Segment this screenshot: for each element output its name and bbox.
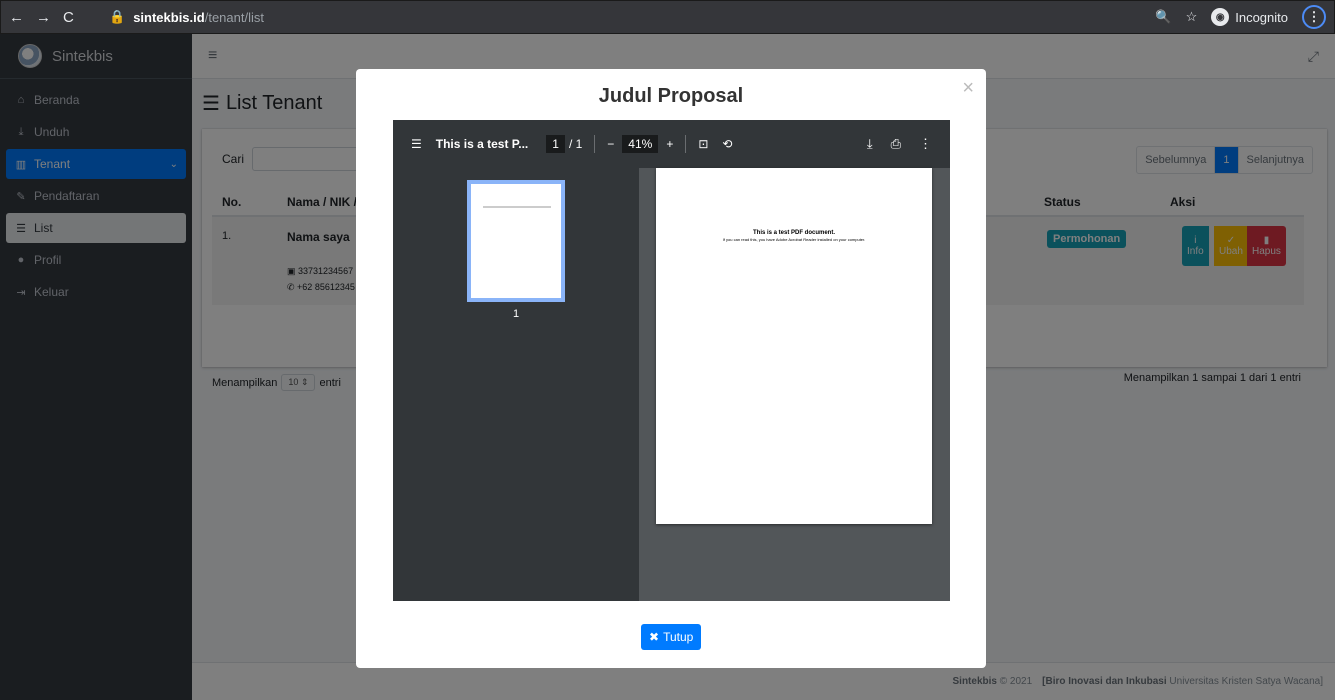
menu-icon[interactable]: ☰ <box>411 137 422 151</box>
browser-menu-icon[interactable]: ⋮ <box>1302 5 1326 29</box>
close-icon[interactable]: × <box>962 77 974 100</box>
proposal-modal: Judul Proposal × ☰ This is a test P... 1… <box>356 69 986 668</box>
pdf-thumbnail[interactable] <box>467 180 565 302</box>
pdf-page-input[interactable]: 1 <box>546 135 565 153</box>
modal-title: Judul Proposal <box>598 85 744 107</box>
print-icon[interactable]: ⎙ <box>891 136 901 152</box>
back-icon[interactable]: ← <box>9 9 24 26</box>
close-x-icon: ✖ <box>649 630 660 644</box>
reload-icon[interactable]: C <box>63 9 74 26</box>
pdf-doc-title: This is a test P... <box>435 137 529 151</box>
incognito-indicator: ◉ Incognito <box>1211 8 1288 26</box>
pdf-viewer: ☰ This is a test P... 1 / 1 − 41% + ⊡ ⟲ … <box>393 120 950 601</box>
pdf-page-total: / 1 <box>568 137 583 151</box>
zoom-icon[interactable]: 🔍 <box>1155 9 1171 25</box>
zoom-in-icon[interactable]: + <box>666 137 673 151</box>
browser-nav: ← → C <box>9 9 109 26</box>
incognito-icon: ◉ <box>1211 8 1230 26</box>
thumb-page-number: 1 <box>512 308 520 320</box>
zoom-input[interactable]: 41% <box>622 135 659 153</box>
thumb-text-line <box>483 206 551 208</box>
pdf-toolbar: ☰ This is a test P... 1 / 1 − 41% + ⊡ ⟲ … <box>393 120 950 168</box>
url-path: /tenant/list <box>204 9 264 25</box>
incognito-label: Incognito <box>1235 9 1288 25</box>
url-host: sintekbis.id <box>133 9 205 25</box>
pdf-subtext: If you can read this, you have Adobe Acr… <box>722 237 866 242</box>
close-button-label: Tutup <box>663 630 694 644</box>
pdf-heading: This is a test PDF document. <box>752 230 835 236</box>
lock-icon: 🔒 <box>109 9 126 24</box>
forward-icon[interactable]: → <box>36 9 51 26</box>
download-icon[interactable]: ⤓ <box>867 136 873 152</box>
close-button[interactable]: ✖ Tutup <box>641 624 702 650</box>
address-bar[interactable]: 🔒 sintekbis.id/tenant/list <box>109 9 264 25</box>
pdf-page: This is a test PDF document. If you can … <box>656 168 932 524</box>
zoom-out-icon[interactable]: − <box>607 137 614 151</box>
more-icon[interactable]: ⋮ <box>919 136 932 152</box>
toolbar-divider <box>594 135 596 153</box>
rotate-icon[interactable]: ⟲ <box>722 137 732 151</box>
browser-toolbar: ← → C 🔒 sintekbis.id/tenant/list 🔍 ☆ ◉ I… <box>0 0 1335 34</box>
fit-page-icon[interactable]: ⊡ <box>698 137 708 151</box>
toolbar-divider <box>685 135 687 153</box>
pdf-page-control: 1 / 1 <box>546 135 582 153</box>
pdf-thumbnails: 1 <box>393 168 639 601</box>
star-icon[interactable]: ☆ <box>1186 9 1198 25</box>
